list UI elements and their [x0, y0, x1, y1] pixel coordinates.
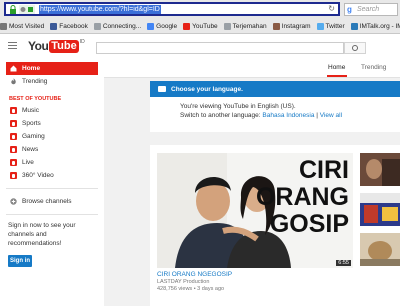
- youtube-header: You Tube ID: [0, 35, 400, 57]
- main-content: Home Trending Choose your language. You'…: [104, 58, 400, 306]
- side-video-thumbnail[interactable]: [360, 233, 400, 266]
- instagram-icon: [272, 22, 280, 30]
- facebook-icon: [50, 22, 58, 30]
- sidebar-item-category[interactable]: Gaming: [0, 130, 104, 143]
- best-of-youtube-heading: BEST OF YOUTUBE: [9, 96, 62, 102]
- thumbnail-caption: CIRI ORANG GOSIP: [255, 156, 349, 238]
- live-icon: [10, 159, 17, 166]
- bookmark-item[interactable]: YouTube: [183, 22, 218, 30]
- home-icon: [10, 65, 17, 72]
- side-video-thumbnail[interactable]: [360, 193, 400, 226]
- music-icon: [10, 107, 17, 114]
- search-engine-icon: g: [347, 5, 352, 14]
- sidebar-item-category[interactable]: 360° Video: [0, 169, 104, 182]
- add-circle-icon: [10, 198, 17, 205]
- sidebar-item-category[interactable]: Live: [0, 156, 104, 169]
- tab-trending[interactable]: Trending: [361, 64, 386, 71]
- gaming-icon: [10, 133, 17, 140]
- sidebar-item-category[interactable]: News: [0, 143, 104, 156]
- divider: [6, 188, 98, 189]
- youtube-search-button[interactable]: [344, 42, 366, 54]
- youtube-logo[interactable]: You Tube ID: [28, 39, 85, 53]
- bookmark-item[interactable]: Google: [147, 22, 177, 30]
- sidebar-item-home[interactable]: Home: [6, 62, 98, 75]
- signin-prompt: Sign in now to see your channels and rec…: [8, 222, 76, 247]
- language-switch: Switch to another language: Bahasa Indon…: [180, 112, 343, 119]
- language-card-header: Choose your language.: [150, 81, 400, 97]
- bookmarks-bar: Most Visited Facebook Connecting... Google Y…: [0, 19, 400, 33]
- language-current: You're viewing YouTube in English (US).: [180, 103, 296, 110]
- sidebar: Home Trending BEST OF YOUTUBE Music Sport…: [0, 58, 104, 306]
- url-text[interactable]: https://www.youtube.com/?hl=id&gl=ID: [39, 5, 161, 14]
- video-meta: 428,756 views • 3 days ago: [157, 286, 225, 292]
- video-shelf: CIRI ORANG GOSIP 6:55 CIRI ORANG NGEGOSI…: [150, 145, 400, 306]
- bookmark-item[interactable]: IMTalk.org - IMT Web...: [350, 22, 400, 30]
- youtube-icon: [183, 22, 191, 30]
- video-title[interactable]: CIRI ORANG NGEGOSIP: [157, 271, 232, 278]
- bookmark-item[interactable]: Instagram: [272, 22, 311, 30]
- divider: [6, 214, 98, 215]
- sidebar-item-category[interactable]: Music: [0, 104, 104, 117]
- bookmark-item[interactable]: Facebook: [50, 22, 88, 30]
- chat-bubble-icon: [158, 86, 166, 92]
- video-channel[interactable]: LASTDAY Production: [157, 279, 209, 285]
- translate-icon: [223, 22, 231, 30]
- sidebar-item-category[interactable]: Sports: [0, 117, 104, 130]
- news-icon: [10, 146, 17, 153]
- imtalk-icon: [350, 22, 358, 30]
- language-link-indonesia[interactable]: Bahasa Indonesia: [262, 112, 314, 119]
- trending-flame-icon: [11, 78, 16, 85]
- twitter-icon: [316, 22, 324, 30]
- search-placeholder: Search: [357, 6, 380, 13]
- google-icon: [147, 22, 155, 30]
- language-card-body: You're viewing YouTube in English (US). …: [150, 97, 400, 120]
- address-bar[interactable]: https://www.youtube.com/?hl=id&gl=ID ↻: [4, 2, 340, 16]
- lock-icon: [10, 5, 16, 14]
- browser-chrome: https://www.youtube.com/?hl=id&gl=ID ↻ g…: [0, 0, 400, 34]
- signin-button[interactable]: Sign in: [8, 255, 32, 267]
- bookmark-item[interactable]: Connecting...: [93, 22, 141, 30]
- reload-icon[interactable]: ↻: [328, 4, 335, 13]
- search-icon: [352, 45, 358, 51]
- 360-video-icon: [10, 172, 17, 179]
- page-icon: [93, 22, 101, 30]
- language-card: Choose your language. You're viewing You…: [150, 81, 400, 132]
- hamburger-menu-icon[interactable]: [8, 42, 17, 49]
- gear-icon: [0, 22, 7, 30]
- youtube-search-input[interactable]: [96, 42, 344, 54]
- language-link-view-all[interactable]: View all: [320, 112, 342, 119]
- video-thumbnail[interactable]: CIRI ORANG GOSIP 6:55: [157, 153, 353, 268]
- country-code: ID: [79, 39, 85, 45]
- feed-tabs: Home Trending: [104, 58, 400, 78]
- sidebar-item-trending[interactable]: Trending: [0, 75, 104, 88]
- sidebar-item-browse-channels[interactable]: Browse channels: [0, 195, 104, 208]
- video-duration: 6:55: [336, 260, 351, 266]
- site-info-icon[interactable]: [19, 5, 35, 14]
- bookmark-item[interactable]: Most Visited: [0, 22, 44, 30]
- side-video-thumbnail[interactable]: [360, 153, 400, 186]
- browser-search-box[interactable]: g Search: [344, 3, 398, 16]
- bookmark-item[interactable]: Terjemahan: [223, 22, 267, 30]
- sports-icon: [10, 120, 17, 127]
- tab-home[interactable]: Home: [326, 64, 348, 77]
- bookmark-item[interactable]: Twitter: [316, 22, 345, 30]
